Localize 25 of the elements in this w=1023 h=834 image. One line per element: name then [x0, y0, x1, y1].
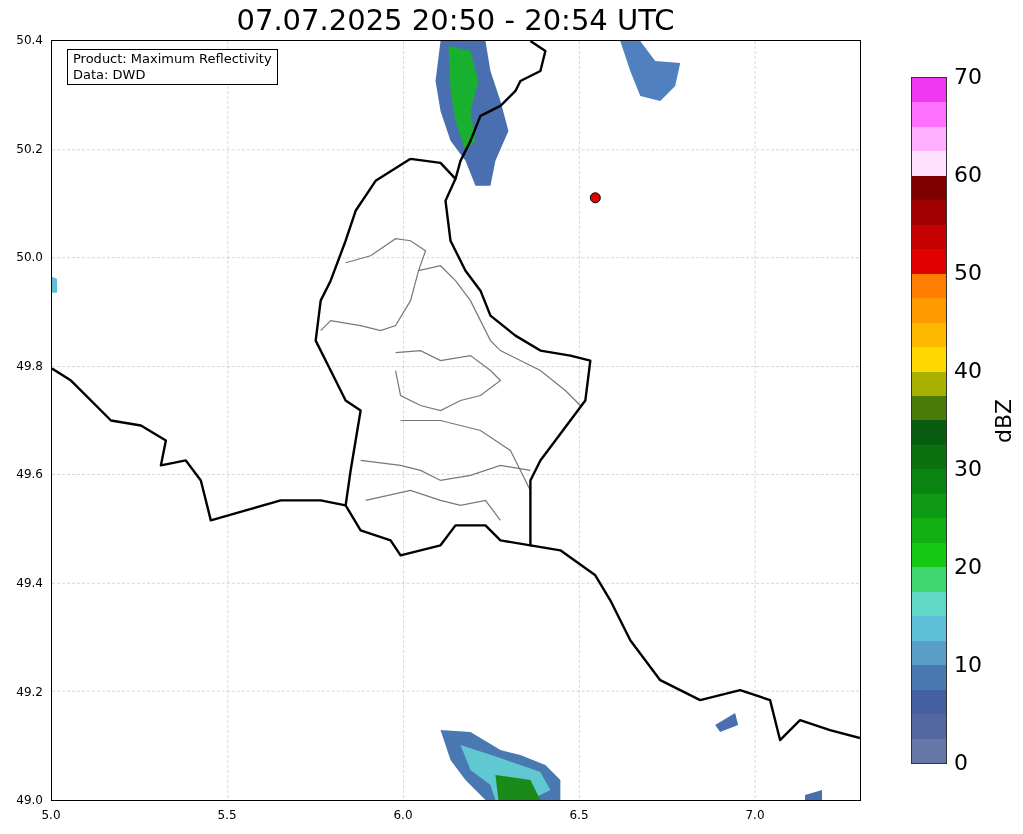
chart-title: 07.07.2025 20:50 - 20:54 UTC	[235, 2, 676, 38]
y-tick-label: 49.4	[16, 576, 44, 590]
colorbar-tick-label: 40	[954, 358, 982, 384]
y-tick-label: 49.0	[16, 793, 44, 808]
y-tick-label: 50.0	[16, 250, 44, 265]
colorbar-tick-label: 70	[954, 64, 982, 90]
y-tick-label: 50.2	[16, 141, 44, 156]
x-tick-label: 6.5	[568, 808, 590, 822]
x-tick-label: 5.5	[216, 808, 238, 822]
colorbar-tick-label: 20	[954, 554, 982, 580]
legend-text: Product: Maximum Reflectivity	[73, 51, 272, 67]
x-tick-label: 7.0	[744, 808, 766, 822]
x-tick-label: 6.0	[392, 808, 414, 822]
colorbar-tick-label: 60	[954, 162, 982, 188]
colorbar-axis-label: dBZ	[991, 398, 1018, 444]
legend-text: Data: DWD	[73, 67, 147, 83]
colorbar-tick-label: 30	[954, 456, 982, 482]
y-tick-label: 50.4	[16, 33, 44, 47]
y-tick-label: 49.6	[16, 467, 44, 482]
x-tick-label: 5.0	[40, 808, 62, 822]
colorbar-tick-label: 10	[954, 652, 982, 678]
y-tick-label: 49.8	[16, 358, 44, 373]
colorbar-tick-label: 50	[954, 260, 982, 286]
y-tick-label: 49.2	[16, 684, 44, 699]
colorbar-tick-label: 0	[954, 750, 968, 776]
